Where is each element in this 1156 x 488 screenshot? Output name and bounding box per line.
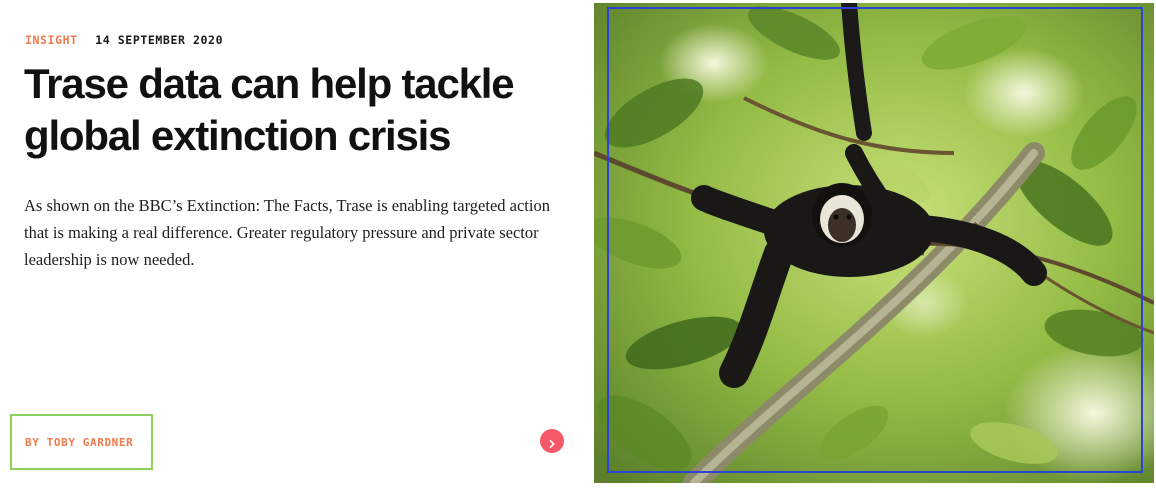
article-text-column: INSIGHT 14 SEPTEMBER 2020 Trase data can… bbox=[0, 0, 594, 488]
publish-date: 14 SEPTEMBER 2020 bbox=[95, 33, 224, 47]
article-summary: As shown on the BBC’s Extinction: The Fa… bbox=[24, 196, 550, 269]
author-link[interactable]: BY TOBY GARDNER bbox=[10, 414, 153, 470]
spider-monkey-photo bbox=[594, 3, 1154, 483]
chevron-right-icon bbox=[547, 436, 557, 448]
article-image[interactable] bbox=[594, 3, 1154, 483]
category-label[interactable]: INSIGHT bbox=[25, 33, 78, 47]
read-more-button[interactable] bbox=[540, 429, 564, 453]
article-title[interactable]: Trase data can help tackle global extinc… bbox=[24, 58, 569, 162]
article-card[interactable]: INSIGHT 14 SEPTEMBER 2020 Trase data can… bbox=[0, 0, 1156, 488]
article-meta: INSIGHT 14 SEPTEMBER 2020 bbox=[25, 33, 223, 47]
author-name[interactable]: BY TOBY GARDNER bbox=[25, 436, 133, 449]
